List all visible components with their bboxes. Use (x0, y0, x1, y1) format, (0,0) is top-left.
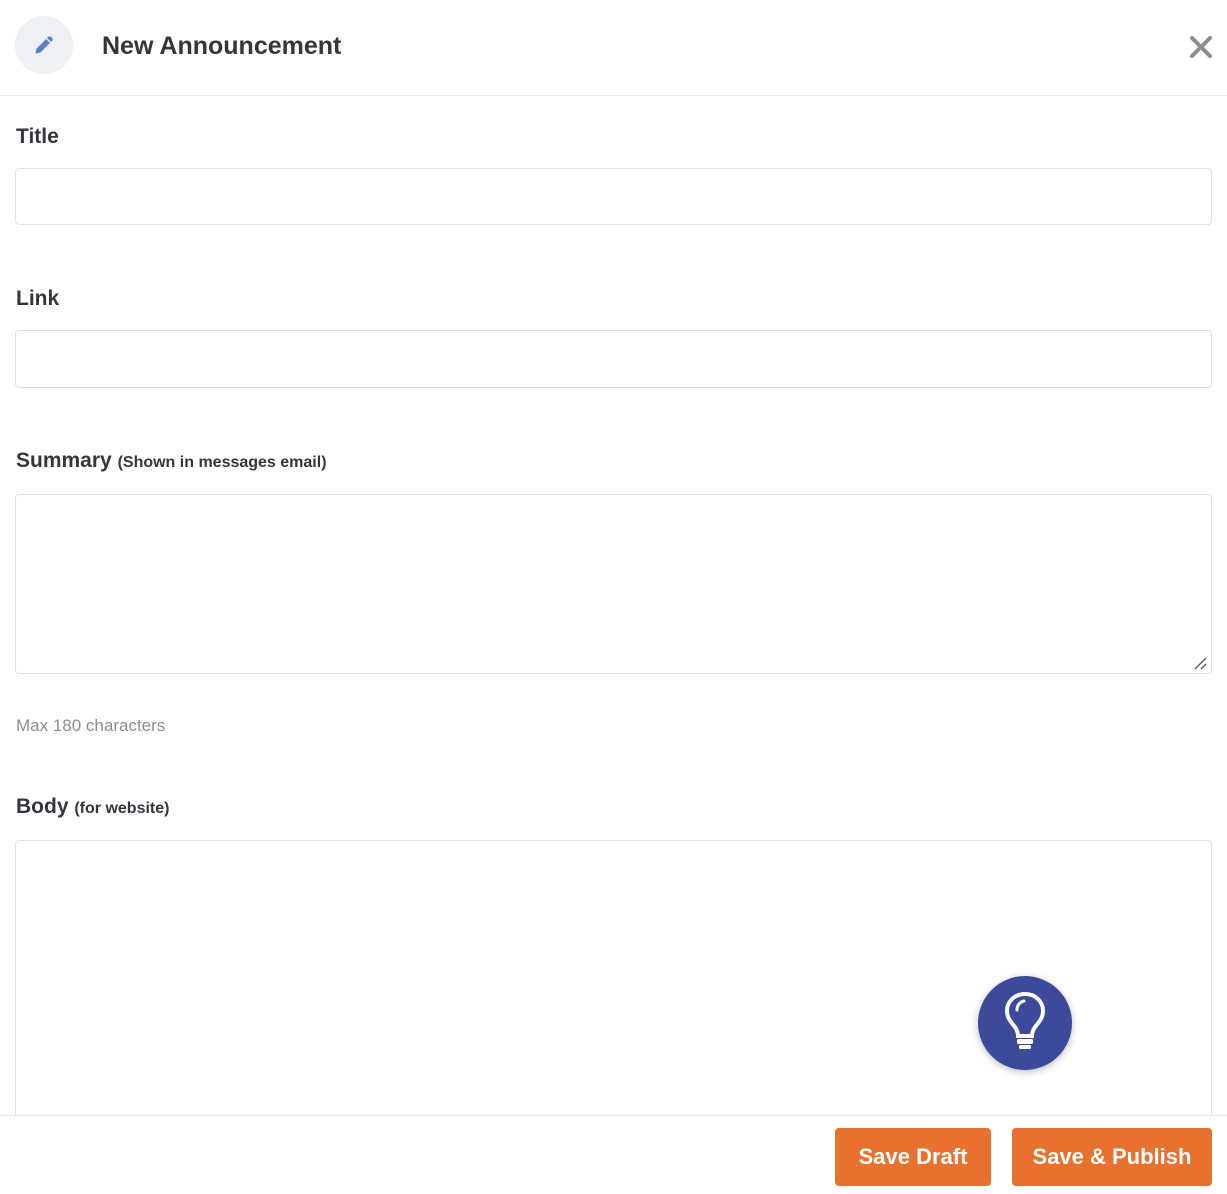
help-button[interactable] (978, 976, 1072, 1070)
body-label: Body (for website) (16, 793, 169, 823)
title-input[interactable] (15, 168, 1212, 225)
link-label: Link (16, 285, 59, 313)
pencil-icon (15, 16, 73, 74)
save-publish-button[interactable]: Save & Publish (1012, 1128, 1212, 1186)
link-label-text: Link (16, 287, 60, 310)
title-label: Title (16, 123, 59, 151)
summary-sublabel: (Shown in messages email) (117, 454, 327, 471)
modal-title: New Announcement (102, 32, 342, 60)
lightbulb-icon (1002, 990, 1048, 1057)
modal-header: New Announcement (0, 0, 1227, 96)
summary-hint: Max 180 characters (16, 716, 166, 735)
body-sublabel: (for website) (74, 800, 170, 817)
save-draft-button[interactable]: Save Draft (835, 1128, 991, 1186)
resize-grip-icon[interactable] (1192, 655, 1208, 671)
close-icon[interactable] (1186, 32, 1216, 62)
link-input[interactable] (15, 330, 1212, 388)
summary-label: Summary (Shown in messages email) (16, 447, 327, 477)
summary-label-text: Summary (16, 449, 112, 472)
title-label-text: Title (16, 125, 59, 148)
summary-textarea[interactable] (15, 494, 1212, 674)
body-label-text: Body (16, 795, 69, 818)
modal-footer: Save Draft Save & Publish (0, 1115, 1227, 1194)
